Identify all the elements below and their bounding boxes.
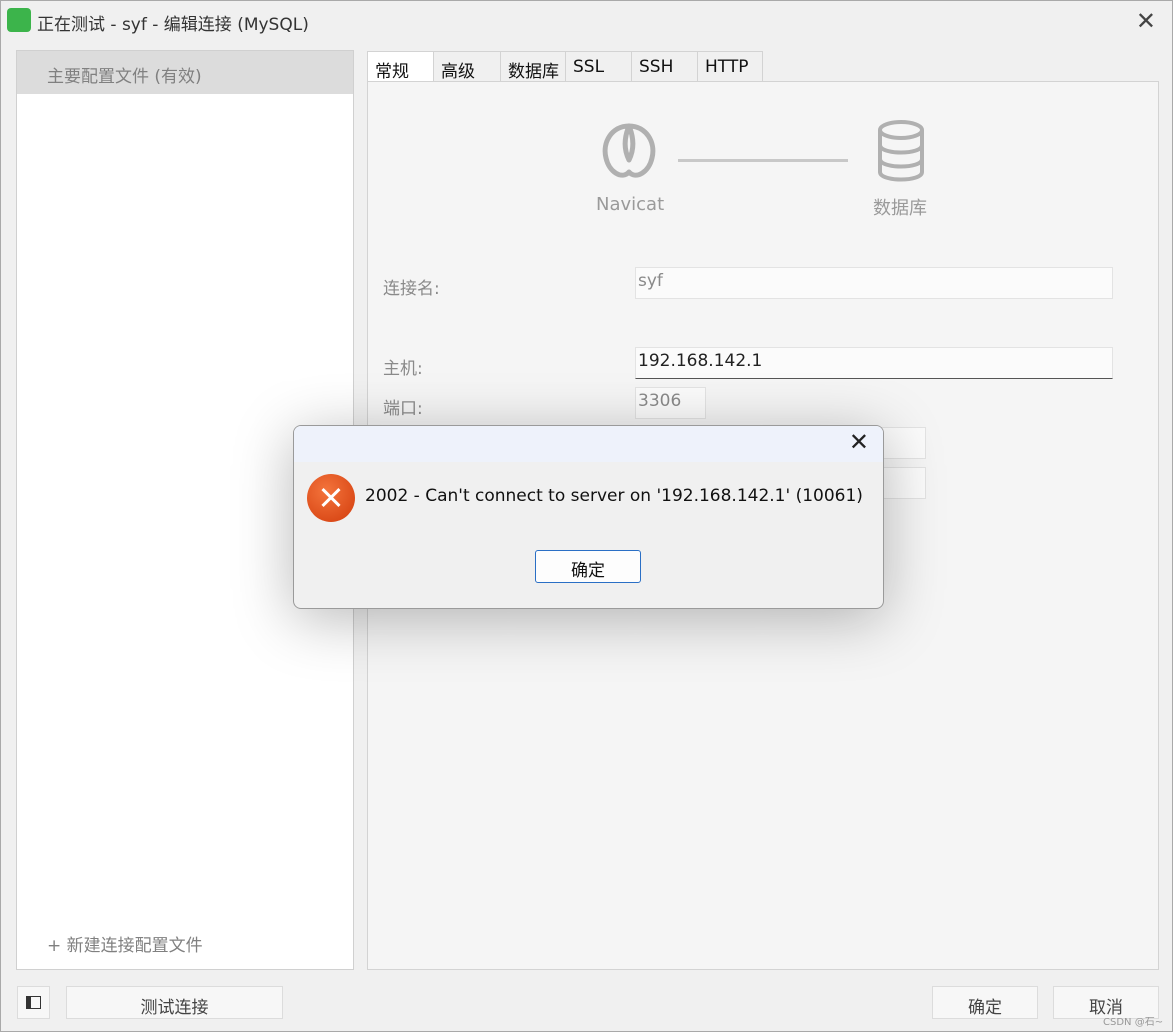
tab-ssh[interactable]: SSH [631, 51, 698, 82]
connection-name-label: 连接名: [383, 279, 440, 299]
tab-databases[interactable]: 数据库 [500, 51, 566, 82]
error-dialog: ✕ 2002 - Can't connect to server on '192… [293, 425, 884, 609]
tab-http[interactable]: HTTP [697, 51, 763, 82]
watermark: CSDN @石~ [1103, 1017, 1164, 1028]
port-label: 端口: [383, 399, 423, 419]
tab-general[interactable]: 常规 [367, 51, 437, 83]
title-bar: 正在测试 - syf - 编辑连接 (MySQL) ✕ [1, 1, 1172, 39]
test-connection-button[interactable]: 测试连接 [66, 986, 283, 1019]
dialog-close-icon[interactable]: ✕ [849, 428, 869, 456]
database-label: 数据库 [873, 198, 927, 219]
tab-ssl[interactable]: SSL [565, 51, 632, 82]
host-label: 主机: [383, 359, 423, 379]
tab-advanced[interactable]: 高级 [433, 51, 501, 82]
host-input[interactable]: 192.168.142.1 [635, 347, 1113, 379]
connection-line [678, 159, 848, 162]
window-close-icon[interactable]: ✕ [1136, 7, 1156, 35]
connection-name-input[interactable]: syf [635, 267, 1113, 299]
error-message: 2002 - Can't connect to server on '192.1… [365, 486, 863, 506]
navicat-label: Navicat [596, 194, 665, 215]
error-icon [307, 474, 355, 522]
new-profile-link[interactable]: + 新建连接配置文件 [47, 931, 203, 956]
navicat-logo-icon [602, 123, 656, 178]
port-input[interactable]: 3306 [635, 387, 706, 419]
profile-item-main[interactable]: 主要配置文件 (有效) [17, 51, 353, 94]
window-title: 正在测试 - syf - 编辑连接 (MySQL) [37, 15, 309, 35]
ok-button[interactable]: 确定 [932, 986, 1038, 1019]
dialog-ok-button[interactable]: 确定 [535, 550, 641, 583]
dialog-title-bar: ✕ [294, 426, 883, 462]
sidebar-toggle-icon[interactable] [17, 986, 50, 1019]
navicat-app-icon [7, 8, 31, 32]
database-icon [878, 120, 924, 182]
profile-item-label: 主要配置文件 (有效) [47, 67, 202, 87]
